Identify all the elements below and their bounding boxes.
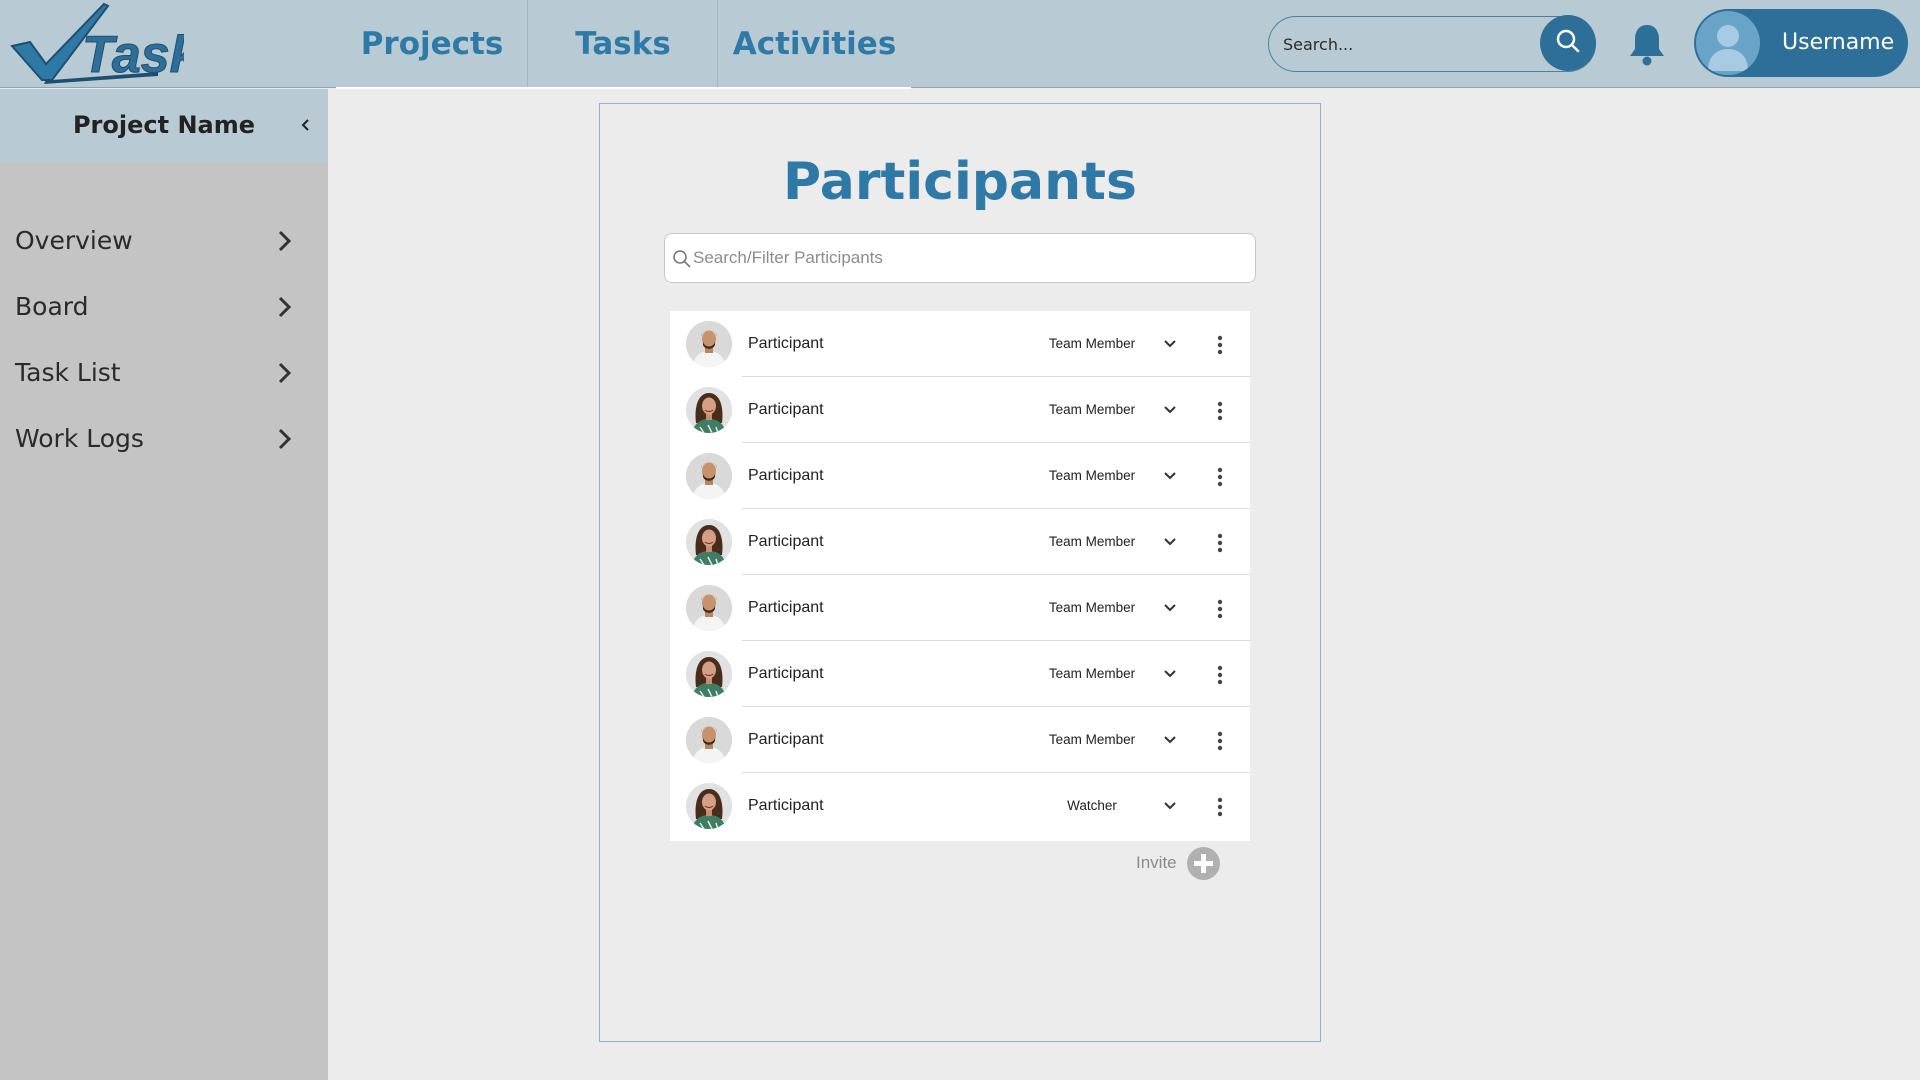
participant-avatar xyxy=(686,387,732,433)
more-options-icon[interactable] xyxy=(1208,597,1232,621)
role-select[interactable]: Team Member xyxy=(1040,575,1144,641)
participant-name: Participant xyxy=(748,731,824,748)
participant-name: Participant xyxy=(748,401,824,418)
participant-name: Participant xyxy=(748,665,824,682)
chevron-down-icon[interactable] xyxy=(1162,732,1178,748)
chevron-down-icon[interactable] xyxy=(1162,534,1178,550)
sidebar-item-label: Board xyxy=(15,292,89,321)
tab-tasks[interactable]: Tasks xyxy=(527,0,718,88)
sidebar-item-task-list[interactable]: Task List xyxy=(0,348,300,398)
participant-name: Participant xyxy=(748,599,824,616)
chevron-down-icon[interactable] xyxy=(1162,336,1178,352)
tab-activities-label: Activities xyxy=(732,26,897,62)
participant-list: Participant Team Member Participant Team Me… xyxy=(670,311,1250,841)
participant-avatar xyxy=(686,783,732,829)
participant-row: Participant Team Member xyxy=(670,707,1250,773)
sidebar-item-board[interactable]: Board xyxy=(0,282,300,332)
tab-tasks-label: Tasks xyxy=(575,26,671,62)
invite-label: Invite xyxy=(1136,853,1177,872)
participant-row: Participant Team Member xyxy=(670,641,1250,707)
invite-button[interactable]: Invite xyxy=(1136,846,1220,880)
top-header: Tasky Projects Tasks Activities Username xyxy=(0,0,1920,89)
participant-avatar xyxy=(686,321,732,367)
participant-row: Participant Team Member xyxy=(670,509,1250,575)
participants-card: Participants ParticipantTeam MemberParti… xyxy=(599,103,1321,1042)
more-options-icon[interactable] xyxy=(1208,531,1232,555)
more-options-icon[interactable] xyxy=(1208,663,1232,687)
role-select[interactable]: Team Member xyxy=(1040,311,1144,377)
participant-avatar xyxy=(686,651,732,697)
sidebar-header: Project Name xyxy=(0,89,328,162)
bell-icon xyxy=(1626,25,1668,70)
sidebar-item-label: Overview xyxy=(15,226,133,255)
participant-row: Participant Watcher xyxy=(670,773,1250,839)
participant-avatar xyxy=(686,585,732,631)
sidebar-item-work-logs[interactable]: Work Logs xyxy=(0,414,300,464)
role-select[interactable]: Team Member xyxy=(1040,641,1144,707)
user-avatar-icon xyxy=(1696,11,1760,75)
project-name: Project Name xyxy=(72,111,256,139)
chevron-down-icon[interactable] xyxy=(1162,600,1178,616)
nav-underline xyxy=(336,87,911,89)
tab-projects-label: Projects xyxy=(360,26,504,62)
participant-row: Participant Team Member xyxy=(670,443,1250,509)
more-options-icon[interactable] xyxy=(1208,795,1232,819)
chevron-down-icon[interactable] xyxy=(1162,402,1178,418)
tasky-logo[interactable]: Tasky xyxy=(8,2,231,86)
participant-avatar xyxy=(686,453,732,499)
participant-name: Participant xyxy=(748,533,824,550)
participant-name: Participant xyxy=(748,467,824,484)
role-select[interactable]: Watcher xyxy=(1040,773,1144,839)
plus-icon xyxy=(1186,846,1220,880)
role-select[interactable]: Team Member xyxy=(1040,707,1144,773)
notifications-button[interactable] xyxy=(1626,22,1668,66)
search-icon xyxy=(1555,28,1581,58)
search-icon xyxy=(672,249,692,269)
chevron-left-icon xyxy=(296,119,316,139)
more-options-icon[interactable] xyxy=(1208,333,1232,357)
participant-row: Participant Team Member xyxy=(670,311,1250,377)
role-select[interactable]: Team Member xyxy=(1040,377,1144,443)
header-search-input[interactable] xyxy=(1283,27,1523,61)
tab-projects[interactable]: Projects xyxy=(336,0,528,88)
participant-row: Participant Team Member xyxy=(670,377,1250,443)
sidebar-item-label: Task List xyxy=(15,358,121,387)
sidebar-item-overview[interactable]: Overview xyxy=(0,216,300,266)
chevron-down-icon[interactable] xyxy=(1162,468,1178,484)
sidebar-item-label: Work Logs xyxy=(15,424,144,453)
user-menu[interactable]: Username xyxy=(1694,9,1908,77)
more-options-icon[interactable] xyxy=(1208,399,1232,423)
chevron-right-icon xyxy=(272,361,296,385)
chevron-right-icon xyxy=(272,427,296,451)
collapse-sidebar-button[interactable] xyxy=(296,115,316,135)
participant-avatar xyxy=(686,717,732,763)
participant-filter-input[interactable] xyxy=(693,242,1233,274)
page-title: Participants xyxy=(783,152,1137,212)
tab-activities[interactable]: Activities xyxy=(717,0,911,88)
role-select[interactable]: Team Member xyxy=(1040,443,1144,509)
more-options-icon[interactable] xyxy=(1208,465,1232,489)
participant-name: Participant xyxy=(748,797,824,814)
chevron-right-icon xyxy=(272,295,296,319)
chevron-down-icon[interactable] xyxy=(1162,666,1178,682)
chevron-right-icon xyxy=(272,229,296,253)
participant-name: Participant xyxy=(748,335,824,352)
role-select[interactable]: Team Member xyxy=(1040,509,1144,575)
username-label: Username xyxy=(1782,30,1895,55)
participant-avatar xyxy=(686,519,732,565)
participant-row: Participant Team Member xyxy=(670,575,1250,641)
chevron-down-icon[interactable] xyxy=(1162,798,1178,814)
search-button[interactable] xyxy=(1540,15,1596,71)
sidebar: Project Name Overview Board Task List Wo… xyxy=(0,89,328,1080)
more-options-icon[interactable] xyxy=(1208,729,1232,753)
participant-filter xyxy=(664,233,1256,283)
